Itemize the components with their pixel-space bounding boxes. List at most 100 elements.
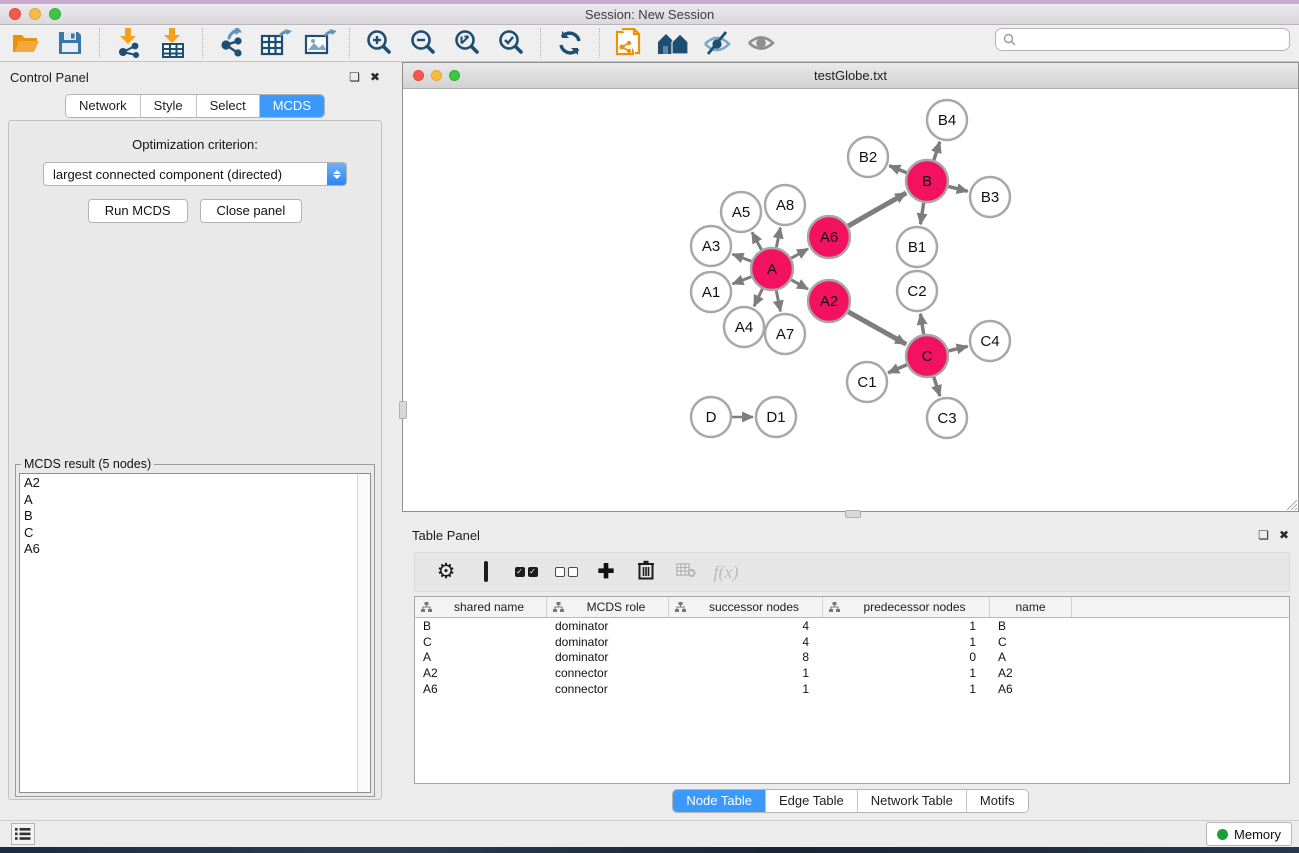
hide-eye-button[interactable] (697, 27, 737, 59)
search-icon (1003, 33, 1016, 46)
column-header-mcds-role[interactable]: MCDS role (547, 597, 669, 617)
column-header-shared-name[interactable]: shared name (415, 597, 547, 617)
toolbar-group (103, 27, 199, 59)
edge-A6-B[interactable] (848, 193, 906, 226)
edge-A-A6[interactable] (791, 249, 808, 258)
status-bar: Memory (0, 820, 1299, 847)
save-session-button[interactable] (50, 27, 90, 59)
edge-A-A8[interactable] (776, 228, 780, 248)
edge-A2-C[interactable] (848, 312, 906, 344)
zoom-out-button[interactable] (403, 27, 443, 59)
network-view-window: testGlobe.txt AA1A2A3A4A5A6A7A8BB1B2B3B4… (402, 62, 1299, 512)
column-header-successor-nodes[interactable]: successor nodes (669, 597, 823, 617)
export-image-icon (304, 28, 336, 58)
edge-A-A2[interactable] (791, 280, 808, 289)
zoom-selected-button[interactable] (491, 27, 531, 59)
network-from-document-button[interactable] (609, 27, 649, 59)
zoom-fit-button[interactable] (447, 27, 487, 59)
tab-network[interactable]: Network (66, 95, 141, 117)
refresh-layout-button[interactable] (550, 27, 590, 59)
node-table[interactable]: shared nameMCDS role successor nodesprede… (414, 596, 1290, 784)
resize-grip[interactable] (1284, 497, 1297, 510)
edge-C-C4[interactable] (948, 346, 967, 351)
tab-edge-table[interactable]: Edge Table (766, 790, 858, 812)
show-eye-button[interactable] (741, 27, 781, 59)
float-table-panel-icon[interactable]: ❏ (1258, 529, 1269, 541)
toolbar-group (0, 27, 96, 59)
edge-A-A7[interactable] (776, 291, 780, 312)
import-network-button[interactable] (109, 27, 149, 59)
mcds-result-item[interactable]: B (20, 507, 370, 524)
splitter-handle-bottom[interactable] (845, 510, 861, 518)
delete-column-icon (638, 560, 654, 585)
delete-column-button[interactable] (631, 557, 661, 587)
table-row[interactable]: Bdominator41B (415, 618, 1289, 634)
close-panel-icon[interactable]: ✖ (370, 71, 380, 83)
table-row[interactable]: Adominator80A (415, 650, 1289, 666)
edge-B-B4[interactable] (934, 142, 940, 160)
run-mcds-button[interactable]: Run MCDS (88, 199, 188, 223)
edge-A-A1[interactable] (733, 277, 752, 284)
mcds-result-item[interactable]: A2 (20, 474, 370, 491)
settings-gear-button[interactable]: ⚙ (431, 557, 461, 587)
mcds-result-list[interactable]: A2ABCA6 (19, 473, 371, 793)
mcds-result-item[interactable]: C (20, 524, 370, 541)
edge-B-B2[interactable] (889, 166, 906, 173)
column-header-label: successor nodes (686, 600, 822, 614)
edge-B-B1[interactable] (920, 203, 923, 225)
select-all-columns-button[interactable]: ✓✓ (511, 557, 541, 587)
column-type-icon (553, 602, 564, 613)
close-panel-button[interactable]: Close panel (200, 199, 303, 223)
edge-A-A3[interactable] (733, 254, 752, 261)
tab-select[interactable]: Select (197, 95, 260, 117)
edge-C-C2[interactable] (920, 314, 923, 335)
tab-style[interactable]: Style (141, 95, 197, 117)
table-panel: Table Panel ❏ ✖ ⚙✓✓✚f(x) shared nameMCDS… (402, 520, 1299, 820)
deselect-all-columns-button[interactable] (551, 557, 581, 587)
search-field[interactable] (995, 28, 1290, 51)
zoom-in-button[interactable] (359, 27, 399, 59)
float-panel-icon[interactable]: ❏ (349, 71, 360, 83)
mcds-result-item[interactable]: A6 (20, 540, 370, 557)
add-column-button[interactable]: ✚ (591, 557, 621, 587)
list-scrollbar[interactable] (357, 474, 370, 792)
edge-A-A5[interactable] (752, 232, 762, 249)
import-table-button[interactable] (153, 27, 193, 59)
edge-C-C3[interactable] (934, 377, 940, 396)
table-row[interactable]: Cdominator41C (415, 634, 1289, 650)
network-canvas[interactable]: AA1A2A3A4A5A6A7A8BB1B2B3B4CC1C2C3C4DD1 (403, 89, 1298, 511)
column-header-predecessor-nodes[interactable]: predecessor nodes (823, 597, 990, 617)
edge-C-C1[interactable] (888, 365, 907, 373)
table-row[interactable]: A2connector11A2 (415, 665, 1289, 681)
houses-button[interactable] (653, 27, 693, 59)
search-input[interactable] (1020, 31, 1289, 49)
node-label-B1: B1 (908, 239, 926, 256)
cell-name: A2 (990, 666, 1072, 680)
export-network-button[interactable] (212, 27, 252, 59)
network-window-titlebar[interactable]: testGlobe.txt (403, 63, 1298, 89)
edge-A-A4[interactable] (754, 289, 762, 306)
tab-node-table[interactable]: Node Table (673, 790, 766, 812)
open-file-button[interactable] (6, 27, 46, 59)
mcds-result-title: MCDS result (5 nodes) (21, 457, 154, 471)
select-stepper-icon (327, 163, 346, 185)
criterion-select[interactable]: largest connected component (directed) (43, 162, 347, 186)
tab-motifs[interactable]: Motifs (967, 790, 1028, 812)
mcds-result-item[interactable]: A (20, 491, 370, 508)
splitter-handle-left[interactable] (399, 401, 407, 419)
node-label-C3: C3 (937, 410, 956, 427)
memory-button[interactable]: Memory (1206, 822, 1292, 846)
cell-shared-name: C (415, 635, 547, 649)
export-table-button[interactable] (256, 27, 296, 59)
table-row[interactable]: A6connector11A6 (415, 681, 1289, 697)
column-header-name[interactable]: name (990, 597, 1072, 617)
tab-network-table[interactable]: Network Table (858, 790, 967, 812)
tab-mcds[interactable]: MCDS (260, 95, 324, 117)
export-image-button[interactable] (300, 27, 340, 59)
edge-B-B3[interactable] (948, 186, 967, 191)
toggle-columns-button[interactable] (471, 557, 501, 587)
close-table-panel-icon[interactable]: ✖ (1279, 529, 1289, 541)
cell-name: A (990, 650, 1072, 664)
toggle-columns-icon (484, 563, 488, 581)
task-history-button[interactable] (11, 823, 35, 845)
